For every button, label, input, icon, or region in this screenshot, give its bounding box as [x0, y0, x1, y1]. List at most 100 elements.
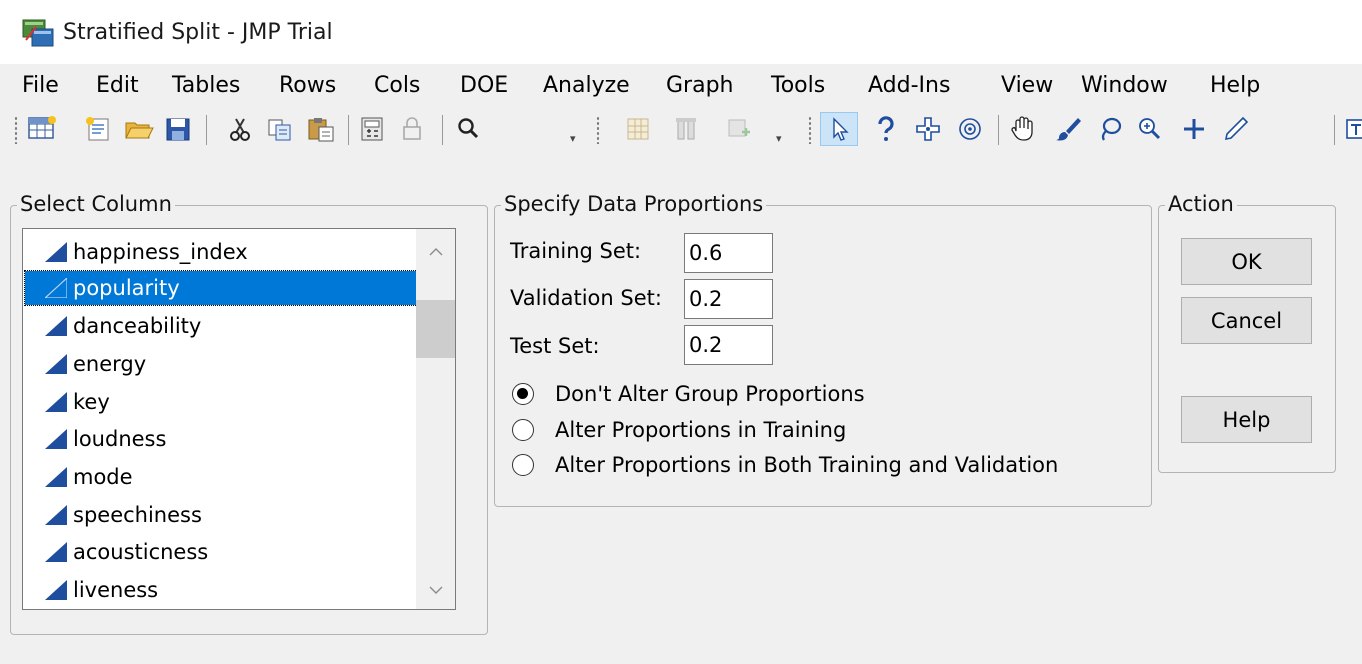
- help-question-icon[interactable]: [868, 112, 904, 146]
- training-set-label: Training Set:: [510, 239, 642, 263]
- search-icon[interactable]: [452, 112, 486, 146]
- continuous-column-icon: [45, 542, 67, 562]
- list-item[interactable]: happiness_index: [25, 235, 417, 269]
- continuous-column-icon: [45, 580, 67, 600]
- validation-set-label: Validation Set:: [510, 286, 662, 310]
- menu-rows[interactable]: Rows: [279, 72, 336, 100]
- radio-dont-alter[interactable]: [512, 383, 534, 405]
- list-item-label: happiness_index: [73, 240, 248, 264]
- test-set-input[interactable]: 0.2: [684, 325, 773, 365]
- cancel-button[interactable]: Cancel: [1181, 297, 1312, 344]
- data-grid-icon: [620, 112, 656, 146]
- calculator-icon[interactable]: [354, 112, 390, 146]
- ok-button[interactable]: OK: [1181, 238, 1312, 285]
- title-bar: Stratified Split - JMP Trial: [0, 0, 1362, 64]
- help-button[interactable]: Help: [1181, 396, 1312, 443]
- paste-icon[interactable]: [302, 112, 340, 146]
- toolbar-separator: [998, 115, 999, 145]
- lock-icon: [394, 112, 430, 146]
- continuous-column-icon: [45, 354, 67, 374]
- list-item-label: energy: [73, 352, 147, 376]
- continuous-column-icon: [45, 505, 67, 525]
- save-icon[interactable]: [160, 112, 196, 146]
- menu-bar: File Edit Tables Rows Cols DOE Analyze G…: [0, 64, 1362, 106]
- pencil-icon[interactable]: [1218, 112, 1254, 146]
- toolbar-separator: [442, 115, 443, 145]
- crosshair-icon[interactable]: [910, 112, 946, 146]
- toolbar: ▾ ▾: [0, 106, 1362, 152]
- list-item-label: mode: [73, 465, 133, 489]
- continuous-column-icon: [45, 392, 67, 412]
- radio-alter-training-validation-label[interactable]: Alter Proportions in Both Training and V…: [555, 452, 1058, 478]
- menu-edit[interactable]: Edit: [96, 72, 139, 100]
- list-item[interactable]: key: [25, 385, 417, 419]
- plus-icon[interactable]: [1176, 112, 1212, 146]
- toolbar-grip[interactable]: [596, 116, 600, 144]
- chevron-down-icon[interactable]: ▾: [776, 132, 782, 145]
- list-item[interactable]: energy: [25, 347, 417, 381]
- toolbar-separator: [1334, 115, 1335, 145]
- test-set-label: Test Set:: [510, 334, 600, 358]
- columns-icon: [668, 112, 704, 146]
- cut-icon[interactable]: [222, 112, 258, 146]
- hand-icon[interactable]: [1004, 112, 1042, 146]
- radio-dont-alter-label[interactable]: Don't Alter Group Proportions: [555, 381, 865, 407]
- menu-doe[interactable]: DOE: [460, 72, 508, 100]
- menu-graph[interactable]: Graph: [666, 72, 733, 100]
- chevron-up-icon[interactable]: [416, 232, 455, 272]
- scrollbar-thumb[interactable]: [416, 300, 455, 358]
- toolbar-separator: [206, 115, 207, 145]
- menu-file[interactable]: File: [22, 72, 59, 100]
- chart-icon: [722, 112, 758, 146]
- continuous-column-icon: [45, 316, 67, 336]
- toolbar-separator: [348, 115, 349, 145]
- continuous-column-icon: [45, 467, 67, 487]
- radio-alter-training-label[interactable]: Alter Proportions in Training: [555, 417, 846, 443]
- lasso-icon[interactable]: [1092, 112, 1128, 146]
- listbox-scrollbar[interactable]: [416, 229, 455, 609]
- radio-alter-training[interactable]: [512, 419, 534, 441]
- target-icon[interactable]: [952, 112, 988, 146]
- validation-set-input[interactable]: 0.2: [684, 279, 773, 319]
- list-item[interactable]: danceability: [25, 309, 417, 343]
- menu-help[interactable]: Help: [1210, 72, 1260, 100]
- zoom-in-icon[interactable]: [1132, 112, 1168, 146]
- new-data-table-icon[interactable]: [24, 112, 60, 146]
- list-item[interactable]: mode: [25, 460, 417, 494]
- arrow-pointer-icon[interactable]: [820, 112, 858, 146]
- continuous-column-icon: [45, 278, 67, 298]
- new-script-icon[interactable]: [80, 112, 116, 146]
- list-item[interactable]: liveness: [25, 573, 417, 607]
- radio-alter-training-validation[interactable]: [512, 454, 534, 476]
- copy-icon[interactable]: [262, 112, 298, 146]
- list-item[interactable]: acousticness: [25, 535, 417, 569]
- list-item-label: speechiness: [73, 503, 202, 527]
- menu-add-ins[interactable]: Add-Ins: [868, 72, 950, 100]
- menu-analyze[interactable]: Analyze: [543, 72, 630, 100]
- menu-cols[interactable]: Cols: [374, 72, 420, 100]
- text-tool-icon[interactable]: [1344, 112, 1362, 146]
- column-listbox[interactable]: happiness_index popularity danceability …: [22, 228, 456, 610]
- jmp-app-icon: [22, 19, 54, 47]
- menu-view[interactable]: View: [1001, 72, 1053, 100]
- open-folder-icon[interactable]: [120, 112, 158, 146]
- menu-window[interactable]: Window: [1081, 72, 1168, 100]
- chevron-down-icon[interactable]: ▾: [570, 132, 576, 145]
- continuous-column-icon: [45, 242, 67, 262]
- brush-icon[interactable]: [1050, 112, 1086, 146]
- list-item-label: popularity: [73, 276, 180, 300]
- list-item-label: key: [73, 390, 110, 414]
- toolbar-grip[interactable]: [808, 116, 812, 144]
- toolbar-grip[interactable]: [14, 116, 18, 144]
- list-item-label: loudness: [73, 427, 167, 451]
- list-item[interactable]: loudness: [25, 422, 417, 456]
- list-item[interactable]: popularity: [24, 270, 418, 306]
- menu-tables[interactable]: Tables: [172, 72, 240, 100]
- training-set-input[interactable]: 0.6: [684, 233, 773, 273]
- menu-tools[interactable]: Tools: [771, 72, 825, 100]
- list-item[interactable]: speechiness: [25, 498, 417, 532]
- list-item-label: acousticness: [73, 540, 209, 564]
- list-item-label: danceability: [73, 314, 202, 338]
- list-item-label: liveness: [73, 578, 159, 602]
- chevron-down-icon[interactable]: [416, 570, 455, 610]
